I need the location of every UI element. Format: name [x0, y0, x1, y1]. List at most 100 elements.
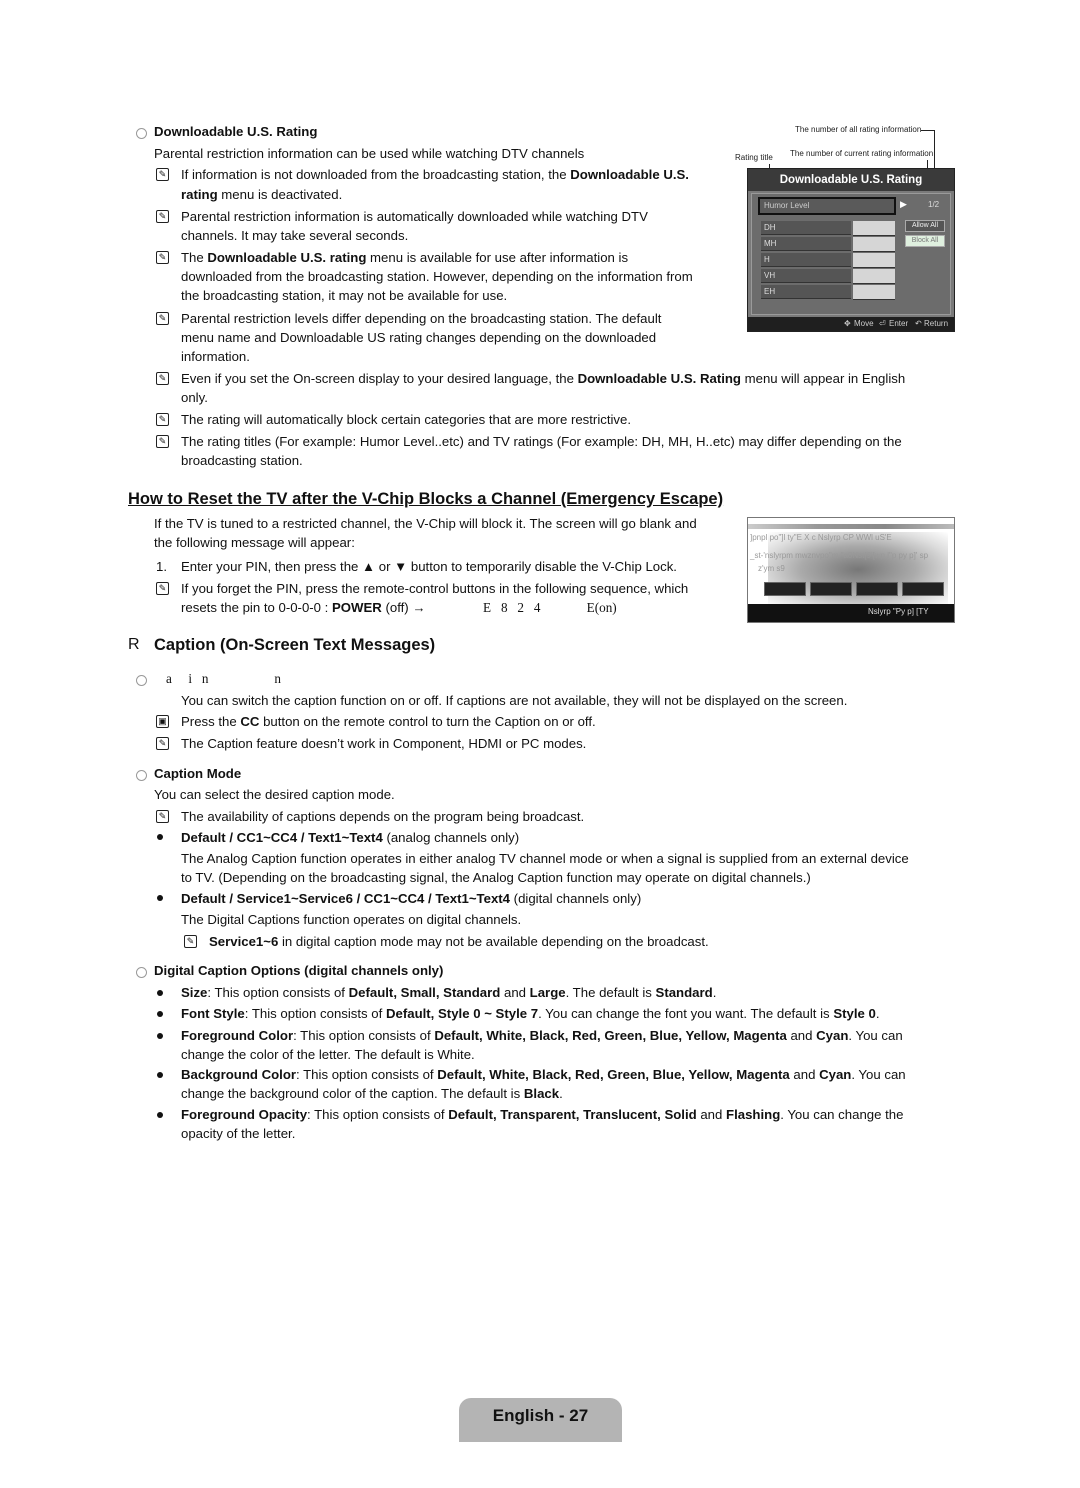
menu-footer: ✥ Move ⏎ Enter ↶ Return: [748, 317, 954, 331]
note-icon: ✎: [156, 168, 169, 181]
rating-row-label[interactable]: EH: [761, 285, 851, 299]
garbled-footer-text: Nslyrp "Py p] [TY: [868, 607, 929, 616]
section-marker-icon: [136, 128, 147, 139]
garbled-text: z'ym s9: [758, 564, 785, 573]
page-number-tab: English - 27: [459, 1398, 622, 1442]
downloadable-rating-heading: Downloadable U.S. Rating: [154, 124, 318, 139]
caption-mode-heading: Caption Mode: [154, 766, 242, 781]
rating-row-lock[interactable]: [853, 237, 895, 252]
option-foreground-color: Foreground Color: This option consists o…: [181, 1028, 903, 1043]
note-text: Parental restriction information is auto…: [181, 209, 648, 224]
rating-row-label[interactable]: DH: [761, 221, 851, 235]
bullet-icon: [157, 990, 163, 996]
note-text: resets the pin to 0-0-0-0 : POWER (off) …: [181, 600, 426, 615]
pin-box[interactable]: [902, 582, 944, 596]
bullet-icon: [157, 895, 163, 901]
label-all-rating: The number of all rating information: [795, 125, 922, 134]
menu-body: Humor Level ▶ 1/2 DH MH H VH EH Allow Al…: [751, 193, 951, 315]
paragraph: opacity of the letter.: [181, 1126, 296, 1141]
menu-title: Downloadable U.S. Rating: [748, 169, 954, 191]
bullet-icon: [157, 1072, 163, 1078]
note-icon: ✎: [156, 810, 169, 823]
note-text: Press the CC button on the remote contro…: [181, 714, 596, 729]
pin-box[interactable]: [856, 582, 898, 596]
note-text: Even if you set the On-screen display to…: [181, 371, 906, 386]
note-text: If information is not downloaded from th…: [181, 167, 689, 182]
note-text: Service1~6 in digital caption mode may n…: [209, 934, 709, 949]
enter-label: Enter: [889, 319, 909, 328]
bullet-icon: [157, 1011, 163, 1017]
note-text: information.: [181, 349, 250, 364]
note-icon: ✎: [156, 312, 169, 325]
note-text: broadcasting station.: [181, 453, 303, 468]
note-text: The Downloadable U.S. rating menu is ava…: [181, 250, 629, 265]
rating-row-lock[interactable]: [853, 253, 895, 268]
pin-box[interactable]: [810, 582, 852, 596]
option-size: Size: This option consists of Default, S…: [181, 985, 717, 1000]
rating-row-lock[interactable]: [853, 221, 895, 236]
section-marker-icon: [136, 770, 147, 781]
caption-subheading-garbled: a i n n: [166, 671, 282, 686]
note-text: The rating titles (For example: Humor Le…: [181, 434, 902, 449]
rating-title-field[interactable]: Humor Level: [758, 197, 896, 215]
paragraph: the following message will appear:: [154, 535, 355, 550]
step-text: Enter your PIN, then press the ▲ or ▼ bu…: [181, 559, 677, 574]
rating-row-label[interactable]: MH: [761, 237, 851, 251]
note-text: the broadcasting station, it may not be …: [181, 288, 508, 303]
digital-caption-options-heading: Digital Caption Options (digital channel…: [154, 963, 444, 978]
note-text: Parental restriction levels differ depen…: [181, 311, 662, 326]
decor-bar: [748, 524, 954, 529]
note-icon: ✎: [156, 372, 169, 385]
rating-row-lock[interactable]: [853, 269, 895, 284]
bullet-icon: [157, 1033, 163, 1039]
note-icon: ✎: [156, 210, 169, 223]
note-text: If you forget the PIN, press the remote-…: [181, 581, 689, 596]
bullet-text: Default / CC1~CC4 / Text1~Text4 (analog …: [181, 830, 520, 845]
note-text: The availability of captions depends on …: [181, 809, 585, 824]
note-text: The rating will automatically block cert…: [181, 412, 632, 427]
allow-all-button[interactable]: Allow All: [905, 220, 945, 232]
note-text: downloaded from the broadcasting station…: [181, 269, 693, 284]
section-marker-icon: [136, 675, 147, 686]
rating-row-lock[interactable]: [853, 285, 895, 300]
paragraph: change the color of the letter. The defa…: [181, 1047, 475, 1062]
move-label: Move: [854, 319, 874, 328]
paragraph: You can switch the caption function on o…: [181, 693, 848, 708]
garbled-text: ]pnpl po"]l ty"E X c Nslyrp CP WWl uS'E: [750, 533, 892, 542]
rating-row-label[interactable]: H: [761, 253, 851, 267]
enter-icon: ⏎: [879, 319, 886, 328]
note-text: menu name and Downloadable US rating cha…: [181, 330, 657, 345]
block-all-button[interactable]: Block All: [905, 235, 945, 247]
downloadable-rating-intro: Parental restriction information can be …: [154, 146, 585, 161]
note-text: rating menu is deactivated.: [181, 187, 343, 202]
note-icon: ✎: [156, 582, 169, 595]
step-number: 1.: [156, 559, 167, 574]
bullet-icon: [157, 1112, 163, 1118]
section-marker-icon: [136, 967, 147, 978]
note-text: The Caption feature doesn’t work in Comp…: [181, 736, 587, 751]
paragraph: to TV. (Depending on the broadcasting si…: [181, 870, 811, 885]
note-icon: ✎: [156, 251, 169, 264]
option-background-color: Background Color: This option consists o…: [181, 1067, 906, 1082]
paragraph: The Digital Captions function operates o…: [181, 912, 522, 927]
bullet-icon: [157, 834, 163, 840]
rating-row-label[interactable]: VH: [761, 269, 851, 283]
garbled-text: _st-'nslyrpm mwznvpo"m "a8Nst[9'[wp l"p …: [750, 551, 929, 560]
paragraph: The Analog Caption function operates in …: [181, 851, 909, 866]
arrow-right-icon[interactable]: ▶: [900, 199, 907, 210]
section-marker: R: [128, 636, 140, 653]
return-label: Return: [924, 319, 949, 328]
note-icon: ✎: [156, 435, 169, 448]
option-font-style: Font Style: This option consists of Defa…: [181, 1006, 880, 1021]
note-icon: ✎: [184, 935, 197, 948]
paragraph: You can select the desired caption mode.: [154, 787, 395, 802]
note-text: channels. It may take several seconds.: [181, 228, 409, 243]
return-icon: ↶: [915, 319, 922, 328]
page-indicator: 1/2: [928, 200, 940, 209]
emergency-escape-heading: How to Reset the TV after the V-Chip Blo…: [128, 490, 724, 508]
button-sequence: E 8 2 4 E(on): [483, 600, 617, 615]
pin-box[interactable]: [764, 582, 806, 596]
note-icon: ✎: [156, 413, 169, 426]
callout-line: [921, 130, 935, 131]
bullet-text: Default / Service1~Service6 / CC1~CC4 / …: [181, 891, 642, 906]
